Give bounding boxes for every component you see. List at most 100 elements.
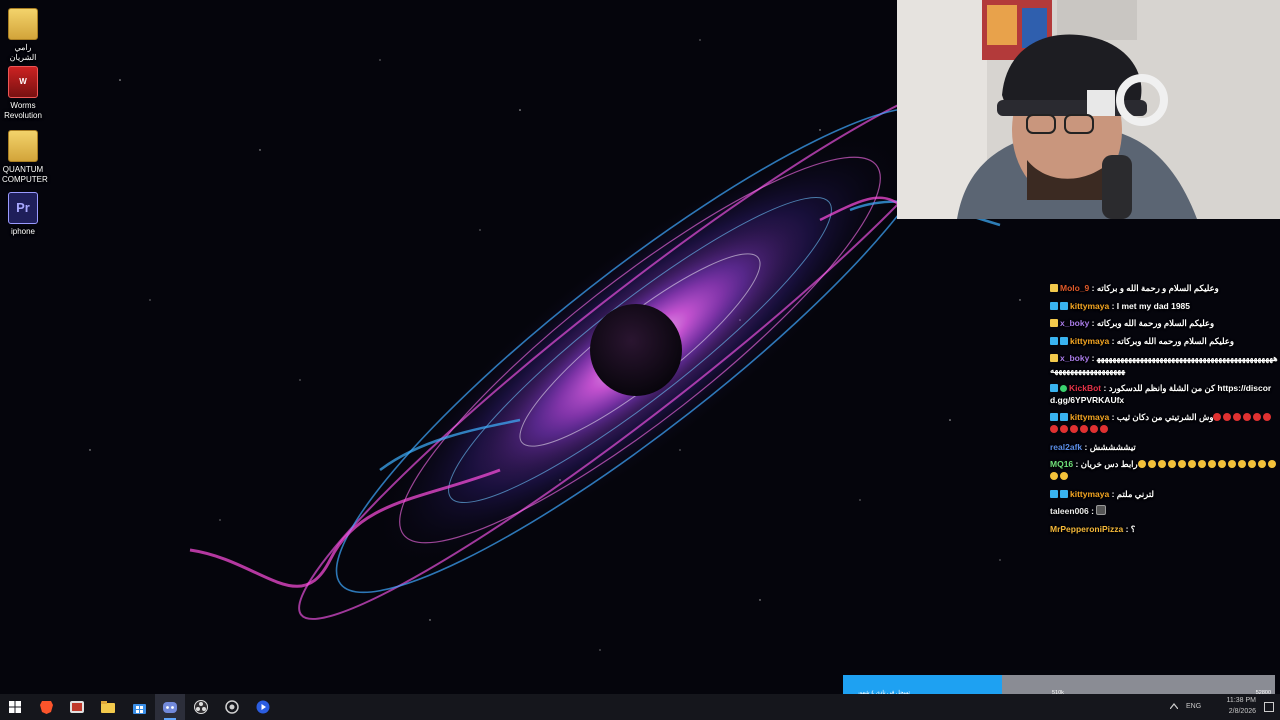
chat-username[interactable]: KickBot bbox=[1069, 383, 1101, 393]
chat-message: x_boky : وعليكم السلام ورحمة الله وبركات… bbox=[1050, 317, 1278, 329]
chat-emote-icon bbox=[1227, 460, 1236, 468]
chrome-like-icon bbox=[225, 700, 239, 714]
desktop-icon-quantum-computer[interactable]: QUANTUM COMPUTER bbox=[2, 130, 48, 185]
chat-username[interactable]: kittymaya bbox=[1070, 412, 1109, 422]
worms-game-icon: W bbox=[8, 66, 38, 98]
chat-emote-icon bbox=[1197, 460, 1206, 468]
chat-emote-icon bbox=[1090, 425, 1098, 433]
taskbar-discord[interactable] bbox=[155, 694, 185, 720]
snipping-tool-icon bbox=[70, 701, 84, 713]
chat-username[interactable]: MrPepperoniPizza bbox=[1050, 524, 1123, 534]
chat-username[interactable]: real2afk bbox=[1050, 442, 1082, 452]
brave-icon bbox=[39, 701, 53, 714]
subscriber-badge-icon bbox=[1050, 354, 1058, 362]
clock-time[interactable]: 11:38 PM bbox=[1212, 697, 1256, 704]
chat-message: MrPepperoniPizza : ؟ bbox=[1050, 523, 1278, 535]
chat-emote-icon bbox=[1167, 460, 1176, 468]
taskbar-file-explorer[interactable] bbox=[93, 694, 123, 720]
chat-separator: : bbox=[1089, 318, 1097, 328]
clock-date[interactable]: 2/8/2026 bbox=[1212, 708, 1256, 715]
member-badge-icon bbox=[1050, 489, 1058, 498]
chat-username[interactable]: Molo_9 bbox=[1060, 283, 1089, 293]
chat-emote-icon bbox=[1213, 413, 1222, 421]
bot-badge-icon bbox=[1060, 384, 1067, 392]
chat-separator: : bbox=[1073, 459, 1081, 469]
language-indicator[interactable]: ENG bbox=[1186, 703, 1201, 710]
chat-text: وعليكم السلام و رحمة الله و بركاته bbox=[1096, 283, 1219, 293]
chat-message: kittymaya : وش الشرتيتي من دكان ثيب bbox=[1050, 411, 1278, 435]
member-badge-icon bbox=[1050, 383, 1058, 392]
chat-emote-icon bbox=[1050, 472, 1058, 480]
member-badge-icon bbox=[1050, 336, 1058, 345]
chat-message: kittymaya : I met my dad 1985 bbox=[1050, 300, 1278, 312]
taskbar-obs[interactable] bbox=[186, 694, 216, 720]
chat-emote-icon bbox=[1157, 460, 1166, 468]
chat-separator: : bbox=[1082, 441, 1090, 452]
chat-text: رابط دس خريان bbox=[1080, 459, 1138, 469]
chat-emote-icon bbox=[1147, 460, 1156, 468]
member-badge-icon bbox=[1060, 413, 1068, 421]
chat-emote-icon bbox=[1237, 460, 1246, 468]
chat-emote-icon bbox=[1100, 425, 1108, 433]
chevron-up-icon[interactable] bbox=[1170, 703, 1178, 709]
chat-emote-icon bbox=[1267, 460, 1276, 468]
desktop-icon-worms-revolution[interactable]: W Worms Revolution bbox=[2, 66, 44, 121]
start-button[interactable] bbox=[0, 694, 30, 720]
chat-separator: : bbox=[1123, 523, 1131, 534]
chat-message: kittymaya : وعليكم السلام ورحمه الله وبر… bbox=[1050, 335, 1278, 347]
chat-emote-icon bbox=[1257, 460, 1266, 468]
member-badge-icon bbox=[1060, 301, 1068, 310]
taskbar-brave[interactable] bbox=[31, 694, 61, 720]
chat-emote-icon bbox=[1247, 460, 1256, 468]
chat-text: وش الشرتيتي من دكان ثيب bbox=[1116, 412, 1214, 422]
chat-emote-icon bbox=[1080, 425, 1088, 433]
chat-emote-icon bbox=[1233, 413, 1242, 421]
chat-text: ؟ bbox=[1130, 523, 1136, 534]
chat-username[interactable]: kittymaya bbox=[1070, 336, 1109, 346]
file-explorer-icon bbox=[101, 701, 115, 713]
chat-separator: : bbox=[1109, 412, 1117, 422]
chat-message: taleen006 : bbox=[1050, 505, 1278, 517]
folder-icon bbox=[8, 8, 38, 40]
chat-emote-icon bbox=[1207, 460, 1216, 468]
chat-emote-icon bbox=[1070, 425, 1078, 433]
chat-separator: : bbox=[1089, 353, 1097, 363]
chat-username[interactable]: kittymaya bbox=[1070, 489, 1109, 499]
chat-text: وعليكم السلام ورحمة الله وبركاته bbox=[1096, 318, 1215, 328]
chat-separator: : bbox=[1101, 382, 1109, 393]
chat-emote-icon bbox=[1177, 460, 1186, 468]
chat-username[interactable]: kittymaya bbox=[1070, 301, 1109, 311]
desktop-icon-folder-rami[interactable]: رامي الشريان bbox=[2, 8, 44, 63]
chat-message: KickBot : كن من الشلة وانظم للدسكورد htt… bbox=[1050, 382, 1278, 406]
chat-separator: : bbox=[1109, 335, 1117, 346]
chat-username[interactable]: taleen006 bbox=[1050, 506, 1089, 516]
taskbar: ENG 11:38 PM 2/8/2026 bbox=[0, 694, 1280, 720]
chat-separator: : bbox=[1109, 300, 1117, 311]
taskbar-browser[interactable] bbox=[217, 694, 247, 720]
chat-text: لترني ملتم bbox=[1116, 488, 1155, 499]
chat-username[interactable]: MQ16 bbox=[1050, 459, 1073, 469]
chat-emote-icon bbox=[1253, 413, 1262, 421]
start-icon bbox=[9, 701, 21, 713]
chat-username[interactable]: x_boky bbox=[1060, 353, 1089, 363]
taskbar-microsoft-store[interactable] bbox=[124, 694, 154, 720]
chat-emote-icon bbox=[1060, 472, 1068, 480]
chat-emote-icon bbox=[1217, 460, 1226, 468]
webcam-overlay bbox=[897, 0, 1280, 219]
chat-text: تيششششش bbox=[1089, 441, 1136, 452]
chat-emote-icon bbox=[1096, 505, 1107, 515]
desktop-icon-iphone[interactable]: Pr iphone bbox=[2, 192, 44, 237]
live-chat: Molo_9 : وعليكم السلام و رحمة الله و برك… bbox=[1050, 282, 1278, 540]
subscriber-badge-icon bbox=[1050, 319, 1058, 327]
taskbar-snipping-tool[interactable] bbox=[62, 694, 92, 720]
taskbar-media-player[interactable] bbox=[248, 694, 278, 720]
chat-separator: : bbox=[1089, 283, 1097, 293]
chat-separator: : bbox=[1109, 488, 1117, 499]
chat-emote-icon bbox=[1060, 425, 1068, 433]
chat-emote-icon bbox=[1263, 413, 1272, 421]
obs-icon bbox=[194, 700, 208, 714]
member-badge-icon bbox=[1060, 336, 1068, 345]
media-player-icon bbox=[256, 700, 270, 714]
chat-username[interactable]: x_boky bbox=[1060, 318, 1089, 328]
notification-icon[interactable] bbox=[1264, 702, 1274, 712]
